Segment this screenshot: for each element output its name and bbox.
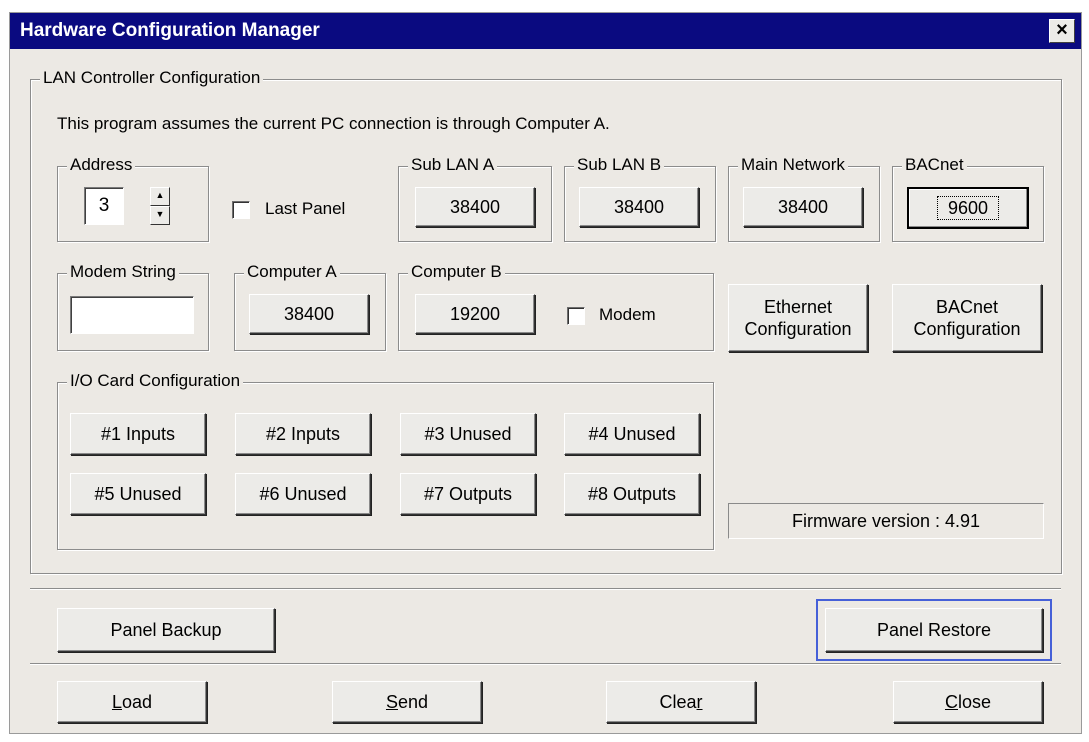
modem-string-group: Modem String [57, 262, 209, 351]
title-bar: Hardware Configuration Manager × [10, 13, 1081, 49]
io-card-6-button[interactable]: #6 Unused [235, 473, 371, 515]
close-label-post: lose [957, 692, 992, 712]
io-card-7-button[interactable]: #7 Outputs [400, 473, 536, 515]
close-button[interactable]: Close [893, 681, 1043, 723]
ethernet-config-line2: Configuration [744, 319, 852, 339]
panel-backup-button[interactable]: Panel Backup [57, 608, 275, 652]
modem-label: Modem [599, 305, 656, 324]
load-button[interactable]: Load [57, 681, 207, 723]
connection-info: This program assumes the current PC conn… [57, 114, 610, 133]
hardware-config-window: Hardware Configuration Manager × LAN Con… [9, 12, 1082, 734]
sub-lan-b-baud-button[interactable]: 38400 [579, 187, 699, 227]
io-card-group: I/O Card Configuration #1 Inputs #2 Inpu… [57, 371, 714, 550]
sub-lan-b-group: Sub LAN B 38400 [564, 155, 716, 242]
computer-a-legend: Computer A [244, 262, 340, 282]
bacnet-baud-value: 9600 [936, 196, 1000, 220]
io-card-4-button[interactable]: #4 Unused [564, 413, 700, 455]
lan-controller-group: LAN Controller Configuration This progra… [30, 68, 1062, 574]
io-card-5-button[interactable]: #5 Unused [70, 473, 206, 515]
computer-b-legend: Computer B [408, 262, 505, 282]
io-card-8-button[interactable]: #8 Outputs [564, 473, 700, 515]
modem-string-input[interactable] [70, 296, 194, 334]
address-legend: Address [67, 155, 136, 175]
up-arrow-icon[interactable]: ▲ [150, 187, 170, 206]
computer-a-group: Computer A 38400 [234, 262, 386, 351]
panel-separator-top [30, 588, 1061, 590]
close-label-key: C [944, 692, 958, 712]
address-group: Address 3 ▲ ▼ [57, 155, 209, 242]
bacnet-configuration-button[interactable]: BACnet Configuration [892, 284, 1042, 352]
last-panel-label: Last Panel [265, 199, 346, 218]
clear-label-key: r [696, 692, 703, 712]
lan-controller-legend: LAN Controller Configuration [40, 68, 264, 88]
modem-checkbox[interactable] [567, 307, 585, 325]
last-panel-checkbox[interactable] [232, 201, 250, 219]
down-arrow-icon[interactable]: ▼ [150, 206, 170, 225]
main-network-baud-button[interactable]: 38400 [743, 187, 863, 227]
send-label-key: S [385, 692, 398, 712]
clear-button[interactable]: Clea r [606, 681, 756, 723]
io-card-2-button[interactable]: #2 Inputs [235, 413, 371, 455]
io-card-3-button[interactable]: #3 Unused [400, 413, 536, 455]
io-card-legend: I/O Card Configuration [67, 371, 244, 391]
sub-lan-a-legend: Sub LAN A [408, 155, 498, 175]
bacnet-legend: BACnet [902, 155, 967, 175]
bacnet-baud-button[interactable]: 9600 [907, 187, 1029, 229]
bacnet-group: BACnet 9600 [892, 155, 1044, 242]
panel-restore-button[interactable]: Panel Restore [816, 599, 1052, 661]
main-network-legend: Main Network [738, 155, 848, 175]
address-input[interactable]: 3 [84, 187, 124, 225]
send-button[interactable]: Send [332, 681, 482, 723]
window-title: Hardware Configuration Manager [20, 20, 320, 41]
ethernet-configuration-button[interactable]: Ethernet Configuration [728, 284, 868, 352]
main-network-group: Main Network 38400 [728, 155, 880, 242]
bacnet-config-line1: BACnet [935, 297, 999, 317]
close-icon[interactable]: × [1049, 19, 1075, 43]
computer-b-group: Computer B 19200 Modem [398, 262, 714, 351]
firmware-version: Firmware version : 4.91 [728, 503, 1044, 539]
sub-lan-a-group: Sub LAN A 38400 [398, 155, 552, 242]
panel-separator-bottom [30, 663, 1061, 665]
sub-lan-b-legend: Sub LAN B [574, 155, 665, 175]
send-label-post: end [397, 692, 429, 712]
load-label-key: L [111, 692, 122, 712]
load-label-post: oad [121, 692, 153, 712]
modem-string-legend: Modem String [67, 262, 179, 282]
computer-b-baud-button[interactable]: 19200 [415, 294, 535, 334]
clear-label-pre: Clea [659, 692, 697, 712]
io-card-1-button[interactable]: #1 Inputs [70, 413, 206, 455]
bacnet-config-line2: Configuration [913, 319, 1021, 339]
sub-lan-a-baud-button[interactable]: 38400 [415, 187, 535, 227]
ethernet-config-line1: Ethernet [763, 297, 833, 317]
computer-a-baud-button[interactable]: 38400 [249, 294, 369, 334]
